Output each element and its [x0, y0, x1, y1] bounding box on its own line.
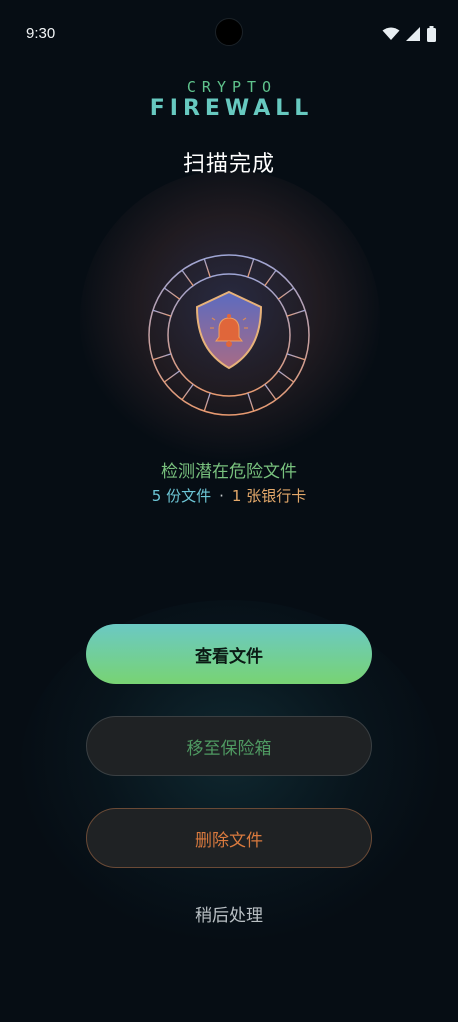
wifi-icon — [382, 27, 400, 40]
ring-divider — [203, 258, 211, 278]
ring-divider — [277, 287, 295, 300]
ring-divider — [181, 383, 194, 401]
ring-divider — [181, 269, 194, 287]
ring-divider — [163, 287, 181, 300]
status-icons — [382, 26, 436, 42]
delete-files-button[interactable]: 删除文件 — [86, 808, 372, 868]
summary-separator: · — [219, 487, 224, 505]
status-time: 9:30 — [26, 25, 56, 42]
view-files-button[interactable]: 查看文件 — [86, 624, 372, 684]
page-title: 扫描完成 — [182, 152, 275, 177]
bank-cards-count: 1 张银行卡 — [231, 487, 307, 505]
ring-divider — [286, 309, 306, 317]
ring-divider — [264, 383, 277, 401]
ring-divider — [152, 309, 172, 317]
camera-cutout — [215, 18, 243, 46]
shield-bell-icon — [148, 254, 310, 416]
status-bar: 9:30 — [0, 0, 458, 68]
move-to-vault-button[interactable]: 移至保险箱 — [86, 716, 372, 776]
ring-divider — [264, 269, 277, 287]
app-logo: CRYPTO FIREWALL — [0, 78, 458, 121]
ring-divider — [152, 353, 172, 361]
ring-divider — [163, 370, 181, 383]
cellular-signal-icon — [406, 27, 420, 41]
ring-divider — [277, 370, 295, 383]
ring-divider — [286, 353, 306, 361]
logo-line-crypto: CRYPTO — [186, 78, 278, 96]
ring-divider — [247, 392, 255, 412]
handle-later-link[interactable]: 稍后处理 — [0, 901, 458, 926]
ring-divider — [247, 258, 255, 278]
detection-summary: 5 份文件 · 1 张银行卡 — [0, 485, 458, 506]
ring-divider — [203, 392, 211, 412]
files-count: 5 份文件 — [151, 487, 212, 505]
battery-icon — [427, 26, 436, 42]
logo-line-firewall: FIREWALL — [149, 96, 314, 121]
detection-title: 检测潜在危险文件 — [161, 462, 297, 482]
